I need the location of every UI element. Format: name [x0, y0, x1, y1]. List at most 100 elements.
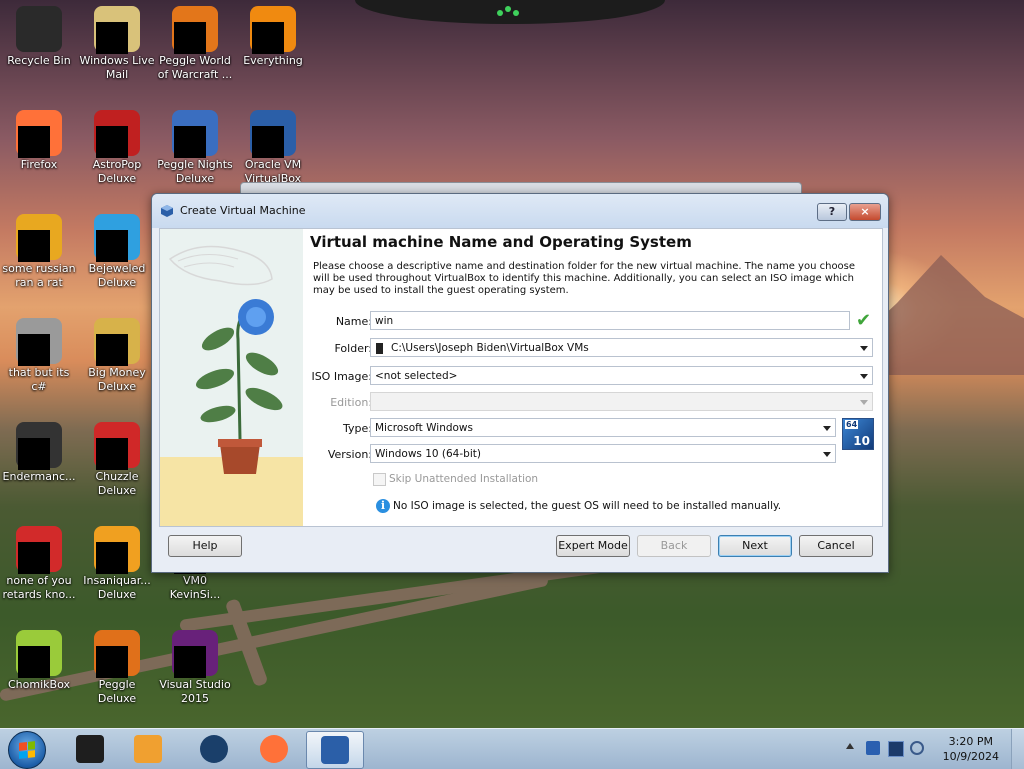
edition-label: Edition: [330, 396, 372, 409]
desktop-icon[interactable]: Endermanc... [1, 422, 77, 484]
version-value: Windows 10 (64-bit) [375, 448, 481, 460]
desktop-icon[interactable]: Peggle Nights Deluxe [157, 110, 233, 186]
checkmark-icon: ✔ [856, 310, 872, 331]
dialog-titlebar[interactable]: Create Virtual Machine ? × [152, 194, 888, 228]
chevron-down-icon [823, 426, 831, 431]
wizard-content: Virtual machine Name and Operating Syste… [303, 229, 882, 526]
taskbar-app-globe-app[interactable] [186, 731, 242, 767]
chuzzle-icon [94, 422, 140, 470]
desktop-icon[interactable]: Firefox [1, 110, 77, 172]
everything-icon [250, 6, 296, 54]
desktop-icon-label: none of you retards kno... [2, 574, 76, 601]
desktop-icon[interactable]: some russian ran a rat [1, 214, 77, 290]
csharp-app-icon [16, 318, 62, 366]
back-button: Back [637, 535, 711, 557]
desktop-icon[interactable]: none of you retards kno... [1, 526, 77, 602]
desktop-icon[interactable]: Visual Studio 2015 [157, 630, 233, 706]
name-label: Name: [335, 315, 372, 328]
name-input[interactable]: win [370, 311, 850, 330]
page-description: Please choose a descriptive name and des… [313, 261, 856, 296]
folder-icon [376, 343, 383, 354]
help-button[interactable]: Help [168, 535, 242, 557]
network-icon[interactable] [888, 741, 904, 757]
peggle-wow-icon [172, 6, 218, 54]
create-vm-dialog: Create Virtual Machine ? × Virtual machi… [151, 193, 889, 573]
taskbar-app-firefox[interactable] [246, 731, 302, 767]
desktop-icon[interactable]: Peggle Deluxe [79, 630, 155, 706]
desktop-icon-label: Bejeweled Deluxe [88, 262, 146, 289]
desktop-icon[interactable]: ChomikBox [1, 630, 77, 692]
expert-mode-button[interactable]: Expert Mode [556, 535, 630, 557]
virtualbox-icon [250, 110, 296, 158]
peggle-deluxe-icon [94, 630, 140, 678]
desktop-icon[interactable]: Insaniquar... Deluxe [79, 526, 155, 602]
desktop-icon[interactable]: Recycle Bin [1, 6, 77, 68]
desktop-icon-label: Peggle World of Warcraft ... [157, 54, 233, 81]
folder-label: Folder: [334, 342, 372, 355]
skip-unattended-label: Skip Unattended Installation [389, 473, 539, 485]
desktop-icon-label: Recycle Bin [7, 54, 71, 67]
desktop-icon[interactable]: AstroPop Deluxe [79, 110, 155, 186]
desktop-icon[interactable]: Oracle VM VirtualBox [235, 110, 311, 186]
desktop-icon-label: that but its c# [8, 366, 70, 393]
taskbar-app-file-manager[interactable] [62, 731, 118, 767]
desktop-icon-label: Firefox [20, 158, 58, 171]
iso-select[interactable]: <not selected> [370, 366, 873, 385]
windows-live-mail-icon [94, 6, 140, 54]
taskbar-app-virtualbox[interactable] [306, 731, 364, 769]
desktop-icon[interactable]: Everything [235, 6, 311, 68]
start-button[interactable] [8, 731, 46, 769]
tray-app-icon[interactable] [866, 741, 880, 755]
endermanch-icon [16, 422, 62, 470]
top-notch-bar [355, 0, 665, 24]
desktop-icon-label: Insaniquar... Deluxe [83, 574, 151, 601]
clock-date: 10/9/2024 [942, 750, 999, 763]
russian-app-icon [16, 214, 62, 262]
virtualbox-icon [161, 205, 173, 217]
type-value: Microsoft Windows [375, 422, 473, 434]
show-hidden-icons-chevron-icon[interactable] [846, 743, 854, 749]
type-select[interactable]: Microsoft Windows [370, 418, 836, 437]
flower-illustration-icon [160, 245, 303, 526]
desktop-icon-label: Visual Studio 2015 [159, 678, 231, 705]
info-icon: i [376, 499, 390, 513]
firefox-icon [16, 110, 62, 158]
close-button[interactable]: × [849, 203, 881, 221]
recycle-bin-icon [16, 6, 62, 52]
iso-value: <not selected> [375, 370, 458, 382]
windows-logo-icon [19, 741, 35, 759]
edition-select [370, 392, 873, 411]
taskbar: 3:20 PM 10/9/2024 [0, 728, 1024, 769]
desktop-icon-label: VM0 KevinSi... [169, 574, 221, 601]
desktop-icon[interactable]: Bejeweled Deluxe [79, 214, 155, 290]
show-desktop-button[interactable] [1011, 729, 1024, 769]
cancel-button[interactable]: Cancel [799, 535, 873, 557]
media-player-icon [134, 735, 162, 763]
desktop-icon-label: Everything [243, 54, 303, 67]
chevron-down-icon [860, 400, 868, 405]
desktop-icon-label: Windows Live Mail [79, 54, 155, 81]
next-button[interactable]: Next [718, 535, 792, 557]
chomikbox-icon [16, 630, 62, 678]
chevron-down-icon [860, 374, 868, 379]
virtualbox-icon [321, 736, 349, 764]
desktop-icon[interactable]: that but its c# [1, 318, 77, 394]
desktop-icon-label: Big Money Deluxe [88, 366, 146, 393]
folder-select[interactable]: C:\Users\Joseph Biden\VirtualBox VMs [370, 338, 873, 357]
desktop-icon[interactable]: Peggle World of Warcraft ... [157, 6, 233, 82]
desktop-icon-label: Peggle Deluxe [97, 678, 137, 705]
clock[interactable]: 3:20 PM 10/9/2024 [943, 734, 999, 764]
desktop-icon[interactable]: Chuzzle Deluxe [79, 422, 155, 498]
peggle-nights-icon [172, 110, 218, 158]
version-select[interactable]: Windows 10 (64-bit) [370, 444, 836, 463]
help-title-button[interactable]: ? [817, 203, 847, 221]
globe-app-icon [200, 735, 228, 763]
desktop-icon[interactable]: Windows Live Mail [79, 6, 155, 82]
chevron-down-icon [860, 346, 868, 351]
visual-studio-icon [172, 630, 218, 678]
windows10-os-icon: 64 10 [842, 418, 874, 450]
taskbar-app-media-player[interactable] [120, 731, 176, 767]
desktop-icon[interactable]: Big Money Deluxe [79, 318, 155, 394]
volume-icon[interactable] [910, 741, 924, 755]
desktop-icon-label: AstroPop Deluxe [92, 158, 142, 185]
